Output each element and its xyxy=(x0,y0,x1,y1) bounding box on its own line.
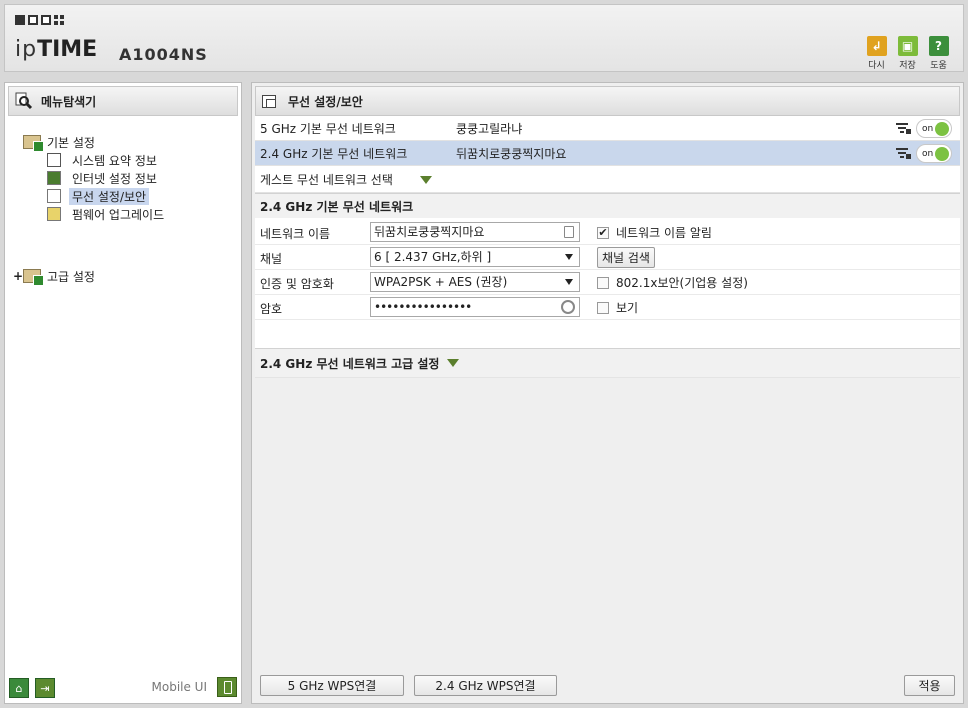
row-password: 암호 •••••••••••••••• 보기 xyxy=(255,295,960,320)
row-auth: 인증 및 암호화 WPA2PSK + AES (권장) 802.1x보안(기업용… xyxy=(255,270,960,295)
sidebar-item-system-summary[interactable]: 시스템 요약 정보 xyxy=(13,151,167,169)
wifi-icon xyxy=(47,189,61,203)
dropdown-arrow-icon xyxy=(565,279,573,285)
help-button[interactable]: ? 도움 xyxy=(926,36,951,71)
header-bar: ipTIME A1004NS ↲ 다시 ▣ 저장 ? 도움 xyxy=(4,4,964,72)
dropdown-arrow-icon xyxy=(565,254,573,260)
filter-icon[interactable] xyxy=(896,148,912,160)
auth-encryption-select[interactable]: WPA2PSK + AES (권장) xyxy=(370,272,580,292)
enterprise-security-option: 802.1x보안(기업용 설정) xyxy=(597,274,748,291)
tree-group-basic[interactable]: 기본 설정 xyxy=(13,133,167,152)
wps-2ghz-button[interactable]: 2.4 GHz WPS연결 xyxy=(414,675,557,696)
mobile-phone-icon[interactable] xyxy=(217,677,237,697)
home-icon: ⌂ xyxy=(15,681,23,695)
wireless-settings-form: 네트워크 이름 뒤꿈치로쿵쿵찍지마요 ✔ 네트워크 이름 알림 채널 6 [ 2… xyxy=(255,218,960,350)
magnifier-icon xyxy=(15,92,33,110)
apply-button[interactable]: 적용 xyxy=(904,675,955,696)
password-input[interactable]: •••••••••••••••• xyxy=(370,297,580,317)
toggle-knob-icon xyxy=(935,147,949,161)
mobile-ui-link[interactable]: Mobile UI xyxy=(152,680,208,694)
advanced-settings-header[interactable]: 2.4 GHz 무선 네트워크 고급 설정 xyxy=(255,348,960,378)
logout-button[interactable]: ⇥ xyxy=(35,678,55,698)
section-header-2ghz: 2.4 GHz 기본 무선 네트워크 xyxy=(255,193,960,219)
chevron-down-icon[interactable] xyxy=(447,359,460,367)
reveal-eye-icon[interactable] xyxy=(561,300,575,314)
network-row-2ghz[interactable]: 2.4 GHz 기본 무선 네트워크 뒤꿈치로쿵쿵찍지마요 on xyxy=(255,141,960,166)
folder-icon xyxy=(23,269,44,286)
sidebar-item-internet-info[interactable]: 인터넷 설정 정보 xyxy=(13,169,167,187)
show-password-checkbox[interactable] xyxy=(597,301,609,314)
model-name: A1004NS xyxy=(119,45,208,64)
toggle-2ghz[interactable]: on xyxy=(916,144,952,163)
menu-explorer-panel: 메뉴탐색기 기본 설정 시스템 요약 정보 인터넷 설정 정보 무선 설정/보안… xyxy=(4,82,242,704)
monitor-icon xyxy=(47,171,61,185)
network-name-input[interactable]: 뒤꿈치로쿵쿵찍지마요 xyxy=(370,222,580,242)
logout-icon: ⇥ xyxy=(40,681,50,695)
tree-advanced-settings: + 고급 설정 xyxy=(13,267,95,286)
window-icon xyxy=(262,94,276,108)
channel-scan-button[interactable]: 채널 검색 xyxy=(597,247,655,268)
page-title-bar: 무선 설정/보안 xyxy=(255,86,960,116)
brand-logo: ipTIME xyxy=(15,37,98,62)
main-panel: 무선 설정/보안 5 GHz 기본 무선 네트워크 쿵쿵고릴라냐 on 2.4 … xyxy=(251,82,964,704)
folder-icon xyxy=(23,135,44,152)
toggle-knob-icon xyxy=(935,122,949,136)
menu-explorer-title: 메뉴탐색기 xyxy=(8,86,238,116)
help-icon: ? xyxy=(928,36,949,56)
enterprise-security-checkbox[interactable] xyxy=(597,276,609,289)
save-icon: ▣ xyxy=(897,36,918,56)
header-buttons: ↲ 다시 ▣ 저장 ? 도움 xyxy=(864,36,951,71)
home-button[interactable]: ⌂ xyxy=(9,678,29,698)
broadcast-ssid-option: ✔ 네트워크 이름 알림 xyxy=(597,225,712,240)
channel-select[interactable]: 6 [ 2.437 GHz,하위 ] xyxy=(370,247,580,267)
network-row-5ghz[interactable]: 5 GHz 기본 무선 네트워크 쿵쿵고릴라냐 on xyxy=(255,116,960,141)
tree-basic-settings: 기본 설정 시스템 요약 정보 인터넷 설정 정보 무선 설정/보안 펌웨어 업… xyxy=(13,133,167,223)
save-button[interactable]: ▣ 저장 xyxy=(895,36,920,71)
upgrade-icon xyxy=(47,207,61,221)
sidebar-item-firmware-upgrade[interactable]: 펌웨어 업그레이드 xyxy=(13,205,167,223)
logo-squares-icon xyxy=(15,15,64,25)
back-icon: ↲ xyxy=(866,36,887,56)
row-network-name: 네트워크 이름 뒤꿈치로쿵쿵찍지마요 ✔ 네트워크 이름 알림 xyxy=(255,220,960,245)
toggle-5ghz[interactable]: on xyxy=(916,119,952,138)
expand-plus-icon[interactable]: + xyxy=(13,269,23,283)
action-bar: 5 GHz WPS연결 2.4 GHz WPS연결 적용 xyxy=(252,675,963,697)
keyboard-icon xyxy=(564,226,574,238)
back-button[interactable]: ↲ 다시 xyxy=(864,36,889,71)
wps-5ghz-button[interactable]: 5 GHz WPS연결 xyxy=(260,675,404,696)
sidebar-footer: ⌂ ⇥ Mobile UI xyxy=(9,677,237,699)
broadcast-ssid-checkbox[interactable]: ✔ xyxy=(597,226,609,239)
filter-icon[interactable] xyxy=(896,123,912,135)
tree-group-advanced[interactable]: + 고급 설정 xyxy=(13,267,95,286)
page-title: 무선 설정/보안 xyxy=(288,94,363,109)
row-channel: 채널 6 [ 2.437 GHz,하위 ] 채널 검색 xyxy=(255,245,960,270)
guest-network-select[interactable]: 게스트 무선 네트워크 선택 xyxy=(255,166,960,193)
chart-icon xyxy=(47,153,61,167)
sidebar-item-wireless-security[interactable]: 무선 설정/보안 xyxy=(13,187,167,205)
chevron-down-icon[interactable] xyxy=(420,176,432,184)
show-password-option: 보기 xyxy=(597,299,638,316)
